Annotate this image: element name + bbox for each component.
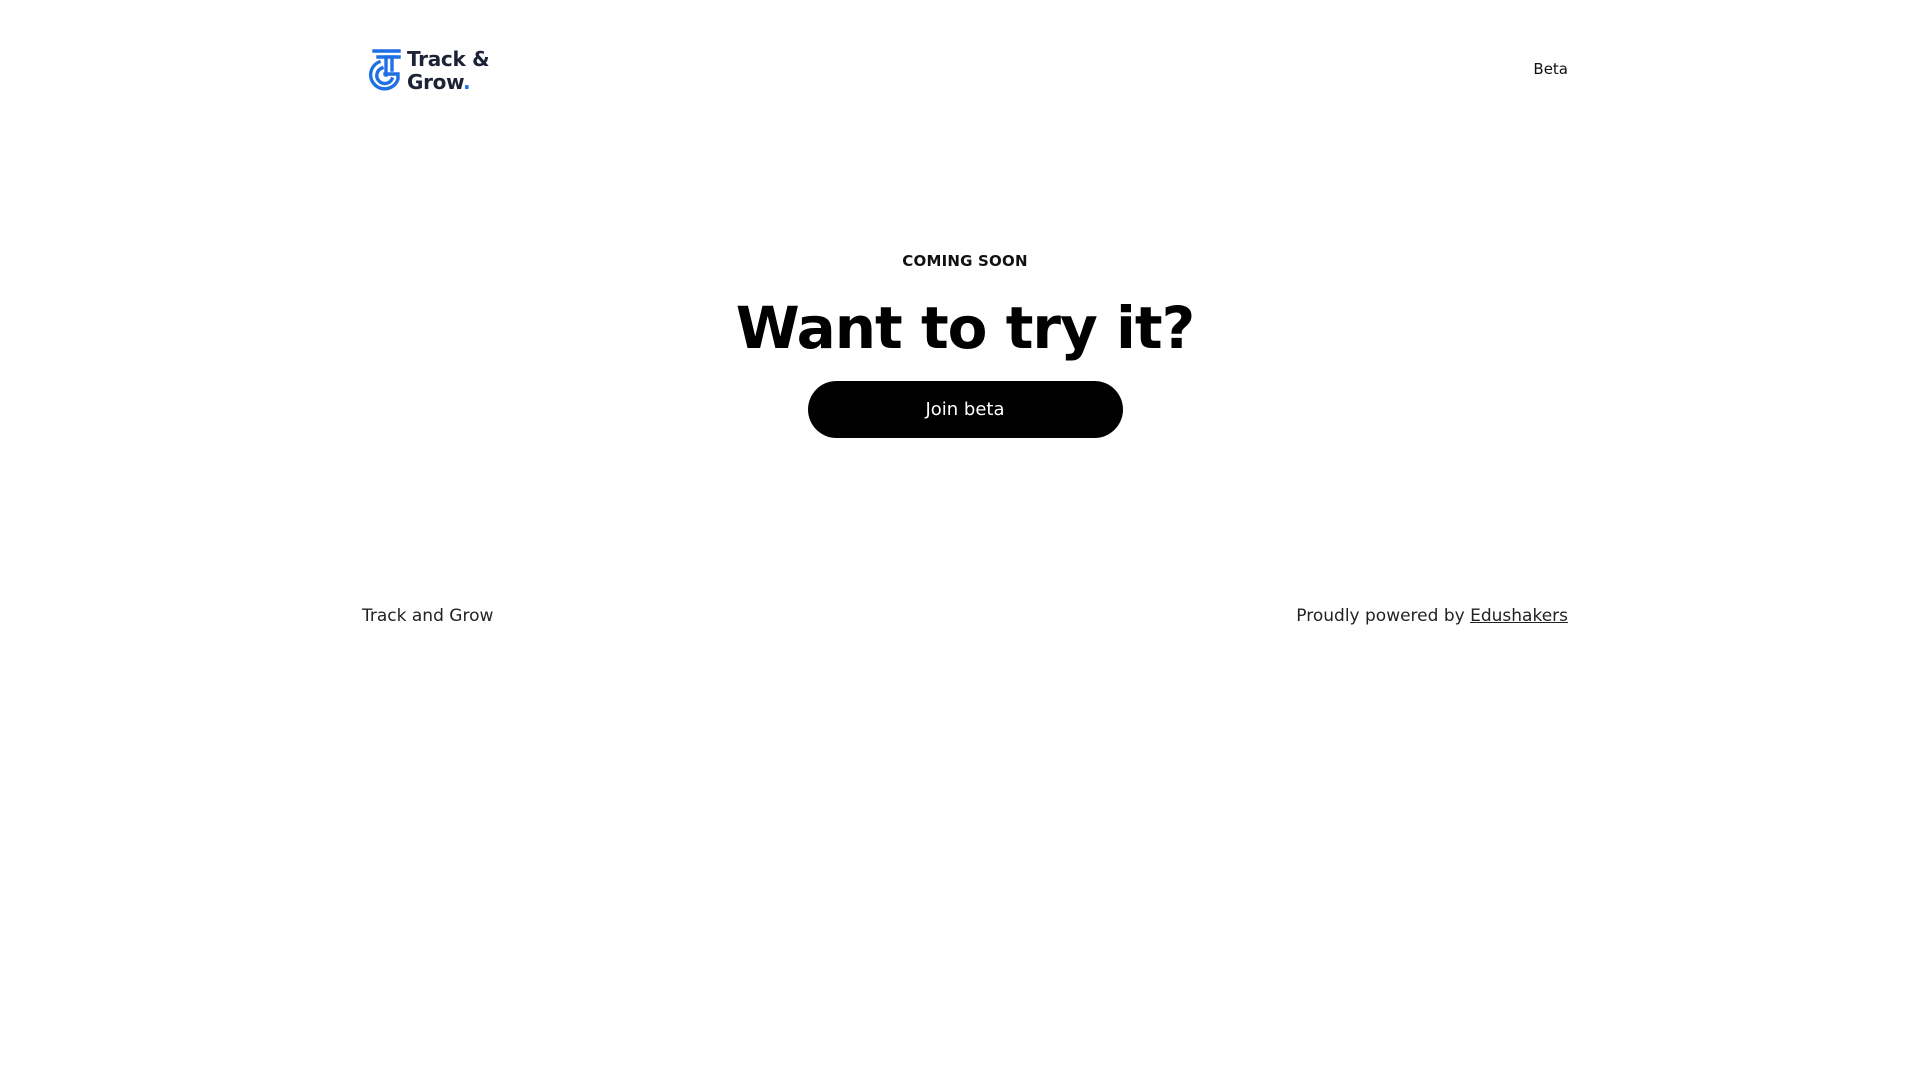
footer-credit: Proudly powered by Edushakers [1296,606,1568,626]
logo-wordmark: Track & Grow. [407,47,490,94]
logo-line-2: Grow. [407,71,489,94]
logo-line-1: Track & [407,47,490,71]
edushakers-link[interactable]: Edushakers [1470,606,1568,626]
coming-soon-label: COMING SOON [902,252,1028,270]
page: Track & Grow. Beta COMING SOON Want to t… [0,0,1920,1079]
hero-section: COMING SOON Want to try it? Join beta [0,250,1920,438]
join-beta-button[interactable]: Join beta [807,381,1123,438]
site-header: Track & Grow. Beta [362,48,1568,94]
site-footer: Track and Grow Proudly powered by Edusha… [362,606,1568,630]
powered-by-text: Proudly powered by [1296,606,1471,626]
site-logo-link[interactable]: Track & Grow. [362,47,490,94]
footer-site-name: Track and Grow [362,606,494,626]
logo-dot: . [463,70,471,94]
nav-link-beta[interactable]: Beta [1533,60,1568,78]
logo-line-2-text: Grow [407,70,464,94]
hero-headline: Want to try it? [735,294,1196,362]
tg-monogram-logo-icon [368,49,401,91]
